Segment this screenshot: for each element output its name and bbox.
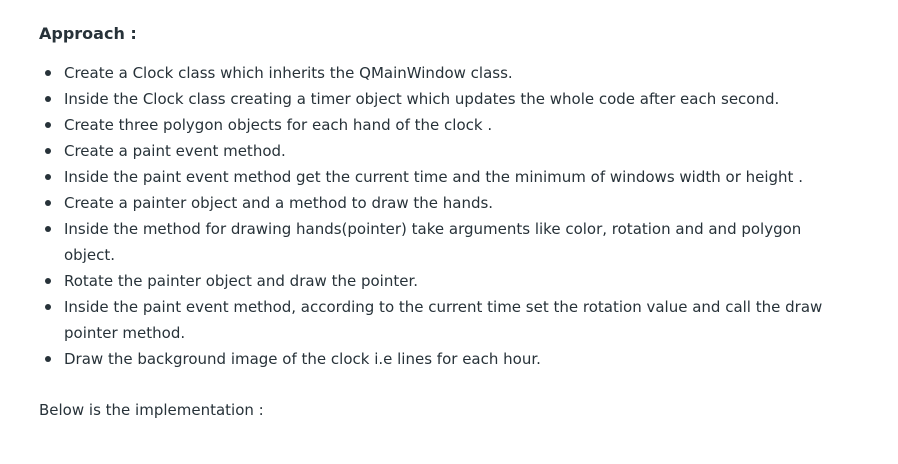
bullet-icon: [45, 200, 51, 206]
approach-steps-list: Create a Clock class which inherits the …: [39, 60, 839, 372]
list-item: Inside the Clock class creating a timer …: [39, 86, 839, 112]
list-item-text: Create a painter object and a method to …: [64, 194, 494, 212]
bullet-icon: [45, 96, 51, 102]
list-item: Inside the method for drawing hands(poin…: [39, 216, 839, 268]
list-item-text: Inside the Clock class creating a timer …: [64, 90, 780, 108]
list-item: Inside the paint event method get the cu…: [39, 164, 839, 190]
list-item: Inside the paint event method, according…: [39, 294, 839, 346]
list-item-text: Inside the method for drawing hands(poin…: [64, 220, 802, 264]
bullet-icon: [45, 174, 51, 180]
approach-heading: Approach :: [39, 24, 137, 43]
bullet-icon: [45, 70, 51, 76]
bullet-icon: [45, 278, 51, 284]
list-item: Create a paint event method.: [39, 138, 839, 164]
list-item-text: Rotate the painter object and draw the p…: [64, 272, 419, 290]
list-item-text: Inside the paint event method, according…: [64, 298, 823, 342]
article-section: Approach : Create a Clock class which in…: [39, 22, 839, 423]
list-item: Rotate the painter object and draw the p…: [39, 268, 839, 294]
list-item-text: Inside the paint event method get the cu…: [64, 168, 803, 186]
bullet-icon: [45, 122, 51, 128]
list-item: Create a painter object and a method to …: [39, 190, 839, 216]
bullet-icon: [45, 356, 51, 362]
bullet-icon: [45, 226, 51, 232]
bullet-icon: [45, 304, 51, 310]
list-item-text: Create a paint event method.: [64, 142, 286, 160]
bullet-icon: [45, 148, 51, 154]
list-item-text: Draw the background image of the clock i…: [64, 350, 541, 368]
list-item-text: Create a Clock class which inherits the …: [64, 64, 513, 82]
list-item: Create a Clock class which inherits the …: [39, 60, 839, 86]
list-item-text: Create three polygon objects for each ha…: [64, 116, 493, 134]
implementation-intro-text: Below is the implementation :: [39, 401, 264, 419]
list-item: Draw the background image of the clock i…: [39, 346, 839, 372]
list-item: Create three polygon objects for each ha…: [39, 112, 839, 138]
